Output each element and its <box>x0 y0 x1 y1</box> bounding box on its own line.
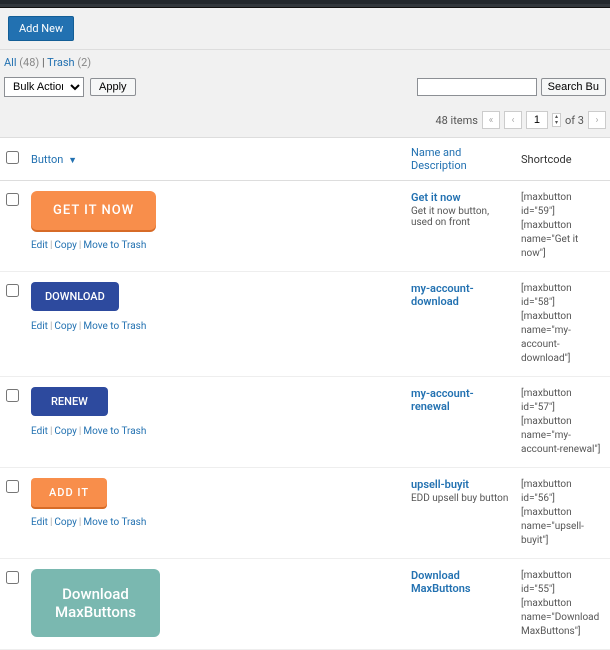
row-checkbox[interactable] <box>6 480 19 493</box>
row-action-copy[interactable]: Copy <box>54 426 77 437</box>
row-action-trash[interactable]: Move to Trash <box>83 426 146 437</box>
view-filters: All (48) | Trash (2) <box>0 50 610 73</box>
button-preview[interactable]: RENEW <box>31 387 108 416</box>
filter-all[interactable]: All <box>4 56 17 69</box>
row-actions: Edit|Copy|Move to Trash <box>31 426 399 437</box>
button-preview[interactable]: Download MaxButtons <box>31 569 160 637</box>
filter-trash[interactable]: Trash <box>47 56 74 69</box>
search-button[interactable]: Search Bu <box>541 78 606 96</box>
row-name-link[interactable]: my-account-renewal <box>411 387 474 413</box>
row-action-trash[interactable]: Move to Trash <box>83 321 146 332</box>
pagination: 48 items « ‹ ▴▾ of 3 › <box>0 107 610 137</box>
row-action-copy[interactable]: Copy <box>54 240 77 251</box>
page-number-input[interactable] <box>526 111 548 129</box>
row-shortcode: [maxbutton id="56"][maxbutton name="upse… <box>521 478 604 548</box>
row-action-copy[interactable]: Copy <box>54 517 77 528</box>
row-name-link[interactable]: Get it now <box>411 191 461 204</box>
bulk-actions-select[interactable]: Bulk Actions <box>4 77 84 97</box>
add-new-button[interactable]: Add New <box>8 16 74 41</box>
row-name-link[interactable]: my-account-download <box>411 282 474 308</box>
row-checkbox[interactable] <box>6 193 19 206</box>
items-count: 48 items <box>435 114 478 127</box>
page-of-label: of 3 <box>565 114 584 127</box>
row-checkbox[interactable] <box>6 389 19 402</box>
row-name-link[interactable]: Download MaxButtons <box>411 569 471 595</box>
row-action-edit[interactable]: Edit <box>31 426 48 437</box>
row-checkbox[interactable] <box>6 284 19 297</box>
row-shortcode: [maxbutton id="55"][maxbutton name="Down… <box>521 569 604 639</box>
table-row: DOWNLOAD Edit|Copy|Move to Trash my-accoun… <box>0 272 610 377</box>
col-shortcode: Shortcode <box>515 138 610 181</box>
bulk-actions-row: Bulk Actions Apply Search Bu <box>0 73 610 107</box>
sort-indicator-icon: ▼ <box>68 156 77 166</box>
row-action-trash[interactable]: Move to Trash <box>83 517 146 528</box>
row-description: Get it now button, used on front <box>411 206 509 228</box>
row-shortcode: [maxbutton id="57"][maxbutton name="my-a… <box>521 387 604 457</box>
row-checkbox[interactable] <box>6 571 19 584</box>
row-action-edit[interactable]: Edit <box>31 321 48 332</box>
apply-button[interactable]: Apply <box>90 78 136 96</box>
row-shortcode: [maxbutton id="58"][maxbutton name="my-a… <box>521 282 604 366</box>
row-action-edit[interactable]: Edit <box>31 240 48 251</box>
row-actions: Edit|Copy|Move to Trash <box>31 240 399 251</box>
page-next[interactable]: › <box>588 111 606 129</box>
table-row: ADD IT Edit|Copy|Move to Trash upsell-buyi… <box>0 468 610 559</box>
col-name[interactable]: Name and Description <box>405 138 515 181</box>
table-row: Download MaxButtons Download MaxButtons [m… <box>0 559 610 650</box>
filter-trash-count: (2) <box>77 56 91 69</box>
page-prev[interactable]: ‹ <box>504 111 522 129</box>
page-spinner[interactable]: ▴▾ <box>552 113 561 127</box>
filter-all-count: (48) <box>19 56 39 69</box>
row-actions: Edit|Copy|Move to Trash <box>31 517 399 528</box>
page-first[interactable]: « <box>482 111 500 129</box>
select-all-checkbox[interactable] <box>6 151 19 164</box>
buttons-table: Button ▼ Name and Description Shortcode … <box>0 137 610 650</box>
col-button[interactable]: Button ▼ <box>25 138 405 181</box>
button-preview[interactable]: DOWNLOAD <box>31 282 119 311</box>
table-row: GET IT NOW Edit|Copy|Move to Trash Get it … <box>0 181 610 272</box>
row-action-trash[interactable]: Move to Trash <box>83 240 146 251</box>
row-action-copy[interactable]: Copy <box>54 321 77 332</box>
table-row: RENEW Edit|Copy|Move to Trash my-account-r… <box>0 377 610 468</box>
row-name-link[interactable]: upsell-buyit <box>411 478 469 491</box>
button-preview[interactable]: GET IT NOW <box>31 191 156 230</box>
row-actions: Edit|Copy|Move to Trash <box>31 321 399 332</box>
page-header: Add New <box>0 8 610 50</box>
row-action-edit[interactable]: Edit <box>31 517 48 528</box>
row-shortcode: [maxbutton id="59"][maxbutton name="Get … <box>521 191 604 261</box>
search-input[interactable] <box>417 78 537 96</box>
row-description: EDD upsell buy button <box>411 493 509 504</box>
button-preview[interactable]: ADD IT <box>31 478 107 507</box>
